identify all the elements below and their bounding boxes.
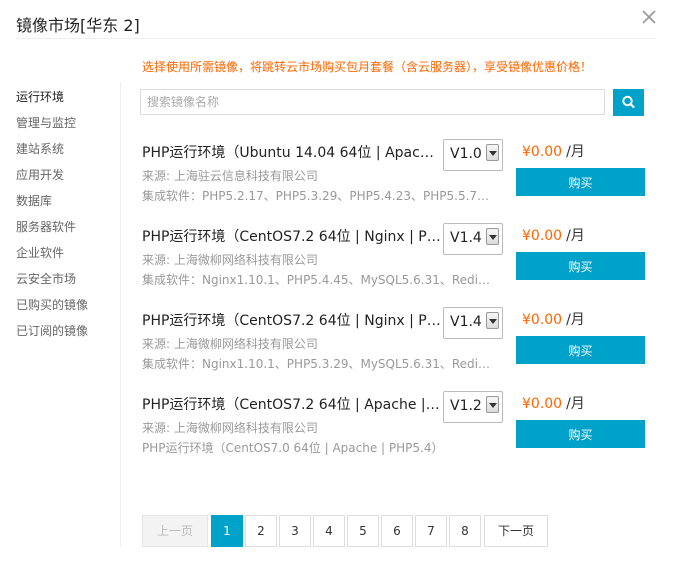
sidebar-item-appdev[interactable]: 应用开发 [16, 166, 64, 183]
sidebar-item-enterprise[interactable]: 企业软件 [16, 244, 64, 261]
price-unit: /月 [566, 396, 585, 412]
search-input[interactable] [140, 89, 605, 115]
page-button-8[interactable]: 8 [449, 515, 481, 547]
chevron-down-icon [486, 228, 499, 245]
sidebar-item-website[interactable]: 建站系统 [16, 140, 64, 157]
page-button-1[interactable]: 1 [211, 515, 243, 547]
price-amount: ¥0.00 [522, 228, 563, 244]
chevron-down-icon [486, 144, 499, 161]
image-item: PHP运行环境（CentOS7.2 64位 | Nginx | PHP5.3） … [142, 307, 647, 391]
price-unit: /月 [566, 144, 585, 160]
image-item: PHP运行环境（CentOS7.2 64位 | Nginx | PHP5.4） … [142, 223, 647, 307]
price-amount: ¥0.00 [522, 312, 563, 328]
image-software: 集成软件：Nginx1.10.1、PHP5.4.45、MySQL5.6.31、R… [142, 273, 492, 287]
search-button[interactable] [613, 89, 644, 116]
category-sidebar: 运行环境 管理与监控 建站系统 应用开发 数据库 服务器软件 企业软件 云安全市… [0, 82, 121, 547]
image-software: 集成软件：PHP5.2.17、PHP5.3.29、PHP5.4.23、PHP5.… [142, 189, 492, 203]
next-page-button[interactable]: 下一页 [484, 515, 548, 547]
version-select[interactable]: V1.4 [443, 307, 503, 339]
version-select[interactable]: V1.2 [443, 391, 503, 423]
image-source: 来源: 上海微柳网络科技有限公司 [142, 337, 318, 351]
page-button-3[interactable]: 3 [279, 515, 311, 547]
version-value: V1.0 [450, 146, 482, 162]
version-select[interactable]: V1.0 [443, 139, 503, 171]
price: ¥0.00/月 [522, 225, 585, 245]
sidebar-item-purchased[interactable]: 已购买的镜像 [16, 296, 88, 313]
version-value: V1.4 [450, 314, 482, 330]
image-software: PHP运行环境（CentOS7.0 64位 | Apache | PHP5.4） [142, 441, 444, 455]
image-name[interactable]: PHP运行环境（CentOS7.2 64位 | Apache | PHP5.4） [142, 395, 442, 415]
notice-text: 选择使用所需镜像，将跳转云市场购买包月套餐（含云服务器），享受镜像优惠价格！ [142, 60, 593, 74]
price-unit: /月 [566, 312, 585, 328]
close-icon[interactable] [640, 8, 658, 26]
image-name[interactable]: PHP运行环境（CentOS7.2 64位 | Nginx | PHP5.4） [142, 227, 442, 247]
image-source: 来源: 上海微柳网络科技有限公司 [142, 421, 318, 435]
buy-button[interactable]: 购买 [516, 168, 645, 196]
image-source: 来源: 上海微柳网络科技有限公司 [142, 253, 318, 267]
price: ¥0.00/月 [522, 393, 585, 413]
image-source: 来源: 上海驻云信息科技有限公司 [142, 169, 318, 183]
chevron-down-icon [486, 312, 499, 329]
buy-button[interactable]: 购买 [516, 420, 645, 448]
sidebar-item-security[interactable]: 云安全市场 [16, 270, 76, 287]
price-unit: /月 [566, 228, 585, 244]
prev-page-button[interactable]: 上一页 [142, 515, 208, 547]
version-select[interactable]: V1.4 [443, 223, 503, 255]
image-name[interactable]: PHP运行环境（CentOS7.2 64位 | Nginx | PHP5.3） [142, 311, 442, 331]
buy-button[interactable]: 购买 [516, 252, 645, 280]
page-button-4[interactable]: 4 [313, 515, 345, 547]
title-divider [16, 38, 656, 39]
version-value: V1.4 [450, 230, 482, 246]
image-item: PHP运行环境（CentOS7.2 64位 | Apache | PHP5.4）… [142, 391, 647, 475]
sidebar-item-management[interactable]: 管理与监控 [16, 114, 76, 131]
price-amount: ¥0.00 [522, 396, 563, 412]
chevron-down-icon [486, 396, 499, 413]
price: ¥0.00/月 [522, 141, 585, 161]
version-value: V1.2 [450, 398, 482, 414]
page-button-6[interactable]: 6 [381, 515, 413, 547]
image-item: PHP运行环境（Ubuntu 14.04 64位 | Apache | PHP5… [142, 139, 647, 223]
search-icon [622, 95, 635, 109]
page-button-5[interactable]: 5 [347, 515, 379, 547]
page-button-7[interactable]: 7 [415, 515, 447, 547]
sidebar-item-runtime[interactable]: 运行环境 [16, 88, 64, 105]
dialog-title: 镜像市场[华东 2] [16, 16, 140, 35]
price-amount: ¥0.00 [522, 144, 563, 160]
price: ¥0.00/月 [522, 309, 585, 329]
sidebar-item-server-software[interactable]: 服务器软件 [16, 218, 76, 235]
sidebar-item-database[interactable]: 数据库 [16, 192, 52, 209]
sidebar-item-subscribed[interactable]: 已订阅的镜像 [16, 322, 88, 339]
image-name[interactable]: PHP运行环境（Ubuntu 14.04 64位 | Apache | PHP5… [142, 143, 442, 163]
image-software: 集成软件：Nginx1.10.1、PHP5.3.29、MySQL5.6.31、R… [142, 357, 492, 371]
page-button-2[interactable]: 2 [245, 515, 277, 547]
buy-button[interactable]: 购买 [516, 336, 645, 364]
image-market-dialog: 镜像市场[华东 2] 选择使用所需镜像，将跳转云市场购买包月套餐（含云服务器），… [0, 0, 674, 568]
